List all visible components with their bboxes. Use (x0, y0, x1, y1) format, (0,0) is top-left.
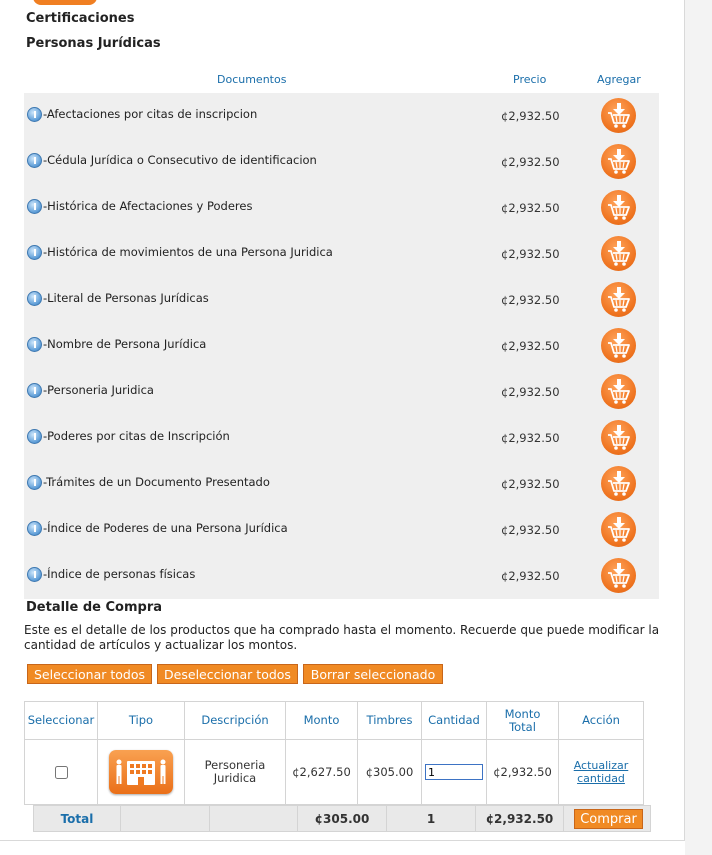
document-name: -Trámites de un Documento Presentado (43, 475, 270, 489)
document-name: -Nombre de Persona Jurídica (43, 337, 207, 351)
section-title: Certificaciones (26, 11, 135, 26)
top-tab-fragment (33, 0, 97, 5)
info-icon[interactable] (27, 337, 42, 352)
document-name: -Personeria Juridica (43, 383, 154, 397)
deselect-all-button[interactable]: Deseleccionar todos (157, 664, 298, 684)
quantity-cell (422, 740, 487, 804)
add-to-cart-button[interactable] (601, 328, 636, 363)
total-empty-type (121, 806, 210, 831)
add-to-cart-button[interactable] (601, 98, 636, 133)
document-row: -Índice de personas físicas ¢2,932.50 (24, 553, 659, 599)
add-to-cart-button[interactable] (601, 144, 636, 179)
col-header-action: Acción (559, 702, 643, 740)
total-quantity: 1 (387, 806, 476, 831)
update-quantity-link[interactable]: Actualizar cantidad (571, 759, 631, 785)
info-icon[interactable] (27, 429, 42, 444)
add-to-cart-button[interactable] (601, 466, 636, 501)
purchase-detail-title: Detalle de Compra (26, 600, 163, 615)
purchase-detail-description: Este es el detalle de los productos que … (24, 623, 660, 652)
info-icon[interactable] (27, 199, 42, 214)
info-icon[interactable] (27, 521, 42, 536)
add-to-cart-button[interactable] (601, 420, 636, 455)
document-row: -Histórica de Afectaciones y Poderes ¢2,9… (24, 185, 659, 231)
add-column-header: Agregar (597, 73, 641, 86)
document-row: -Afectaciones por citas de inscripcion ¢2… (24, 93, 659, 139)
add-to-cart-button[interactable] (601, 558, 636, 593)
document-price: ¢2,932.50 (501, 293, 560, 307)
col-header-amount: Monto (286, 702, 358, 740)
item-select-checkbox[interactable] (54, 765, 68, 779)
add-to-cart-button[interactable] (601, 236, 636, 271)
document-row: -Cédula Jurídica o Consecutivo de identi… (24, 139, 659, 185)
col-header-description: Descripción (185, 702, 286, 740)
total-label: Total (34, 806, 121, 831)
document-name: -Histórica de Afectaciones y Poderes (43, 199, 253, 213)
col-header-total-amount: Monto Total (487, 702, 559, 740)
buy-button[interactable]: Comprar (574, 809, 643, 829)
total-stamps: ¢305.00 (298, 806, 387, 831)
documents-table: -Afectaciones por citas de inscripcion ¢2… (24, 93, 659, 599)
content-border-bottom (0, 840, 685, 841)
documents-column-header: Documentos (217, 73, 287, 86)
document-price: ¢2,932.50 (501, 155, 560, 169)
document-name: -Cédula Jurídica o Consecutivo de identi… (43, 153, 317, 167)
total-amount: ¢2,932.50 (476, 806, 564, 831)
document-row: -Histórica de movimientos de una Persona… (24, 231, 659, 277)
right-gutter (685, 0, 712, 855)
document-row: -Poderes por citas de Inscripción ¢2,932.… (24, 415, 659, 461)
amount-cell: ¢2,627.50 (286, 740, 358, 804)
info-icon[interactable] (27, 153, 42, 168)
document-price: ¢2,932.50 (501, 385, 560, 399)
document-row: -Personeria Juridica ¢2,932.50 (24, 369, 659, 415)
description-cell: Personeria Juridica (185, 740, 286, 804)
info-icon[interactable] (27, 107, 42, 122)
document-name: -Literal de Personas Jurídicas (43, 291, 209, 305)
document-price: ¢2,932.50 (501, 523, 560, 537)
total-amount-cell: ¢2,932.50 (487, 740, 559, 804)
action-cell: Actualizar cantidad (559, 740, 643, 804)
delete-selected-button[interactable]: Borrar seleccionado (303, 664, 443, 684)
select-cell (25, 740, 98, 804)
document-price: ¢2,932.50 (501, 569, 560, 583)
document-price: ¢2,932.50 (501, 109, 560, 123)
document-name: -Índice de personas físicas (43, 567, 196, 581)
total-empty-description (210, 806, 298, 831)
document-name: -Afectaciones por citas de inscripcion (43, 107, 258, 121)
info-icon[interactable] (27, 383, 42, 398)
document-row: -Índice de Poderes de una Persona Jurídi… (24, 507, 659, 553)
content-border-right (684, 0, 685, 840)
info-icon[interactable] (27, 291, 42, 306)
stamps-cell: ¢305.00 (358, 740, 422, 804)
document-row: -Trámites de un Documento Presentado ¢2,9… (24, 461, 659, 507)
add-to-cart-button[interactable] (601, 512, 636, 547)
document-name: -Índice de Poderes de una Persona Jurídi… (43, 521, 288, 535)
document-price: ¢2,932.50 (501, 431, 560, 445)
document-price: ¢2,932.50 (501, 201, 560, 215)
document-price: ¢2,932.50 (501, 247, 560, 261)
col-header-type: Tipo (98, 702, 185, 740)
col-header-quantity: Cantidad (422, 702, 487, 740)
document-row: -Literal de Personas Jurídicas ¢2,932.50 (24, 277, 659, 323)
totals-row: Total ¢305.00 1 ¢2,932.50 Comprar (33, 805, 651, 832)
col-header-select: Seleccionar (25, 702, 98, 740)
document-row: -Nombre de Persona Jurídica ¢2,932.50 (24, 323, 659, 369)
info-icon[interactable] (27, 475, 42, 490)
document-price: ¢2,932.50 (501, 339, 560, 353)
document-name: -Histórica de movimientos de una Persona… (43, 245, 333, 259)
select-all-button[interactable]: Seleccionar todos (27, 664, 152, 684)
info-icon[interactable] (27, 245, 42, 260)
add-to-cart-button[interactable] (601, 282, 636, 317)
add-to-cart-button[interactable] (601, 190, 636, 225)
document-name: -Poderes por citas de Inscripción (43, 429, 230, 443)
type-cell (98, 740, 185, 804)
section-subtitle: Personas Jurídicas (26, 36, 161, 51)
document-price: ¢2,932.50 (501, 477, 560, 491)
info-icon[interactable] (27, 567, 42, 582)
cart-table: Seleccionar Tipo Descripción Monto Timbr… (24, 701, 644, 805)
add-to-cart-button[interactable] (601, 374, 636, 409)
price-column-header: Precio (513, 73, 547, 86)
building-people-icon (109, 750, 173, 794)
quantity-input[interactable] (425, 764, 483, 780)
col-header-stamps: Timbres (358, 702, 422, 740)
